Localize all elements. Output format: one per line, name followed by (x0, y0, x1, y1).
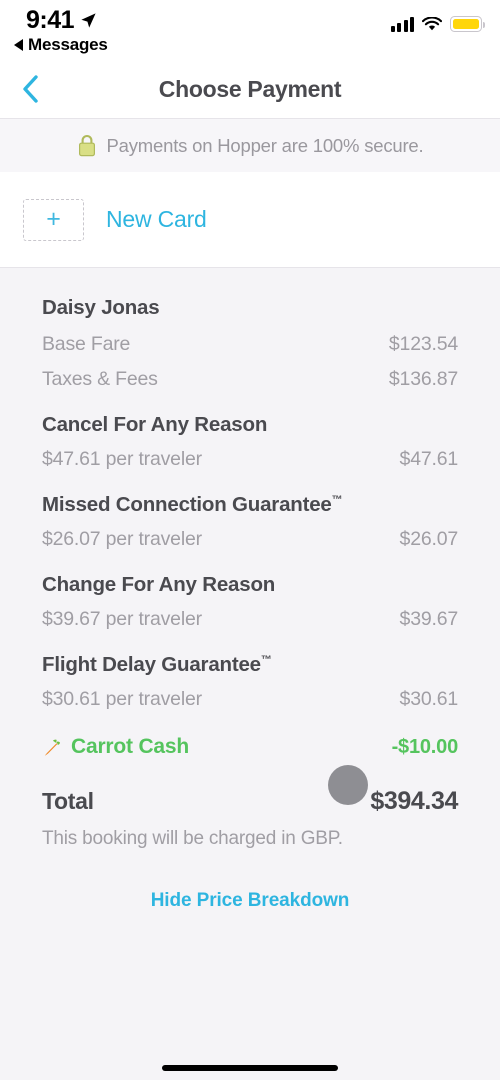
status-bar: 9:41 Messages (0, 0, 500, 60)
line-item-label: $26.07 per traveler (42, 528, 202, 550)
return-to-messages-button[interactable]: Messages (14, 35, 108, 55)
carrot-cash-value: -$10.00 (391, 735, 459, 758)
addon-title-text: Missed Connection Guarantee (42, 493, 332, 516)
traveler-name: Daisy Jonas (42, 296, 160, 319)
secure-banner-text: Payments on Hopper are 100% secure. (106, 134, 424, 156)
table-row: Base Fare $123.54 (42, 333, 458, 356)
table-row: $26.07 per traveler $26.07 (42, 528, 458, 551)
table-row: $47.61 per traveler $47.61 (42, 448, 458, 471)
addon-title-text: Cancel For Any Reason (42, 413, 268, 436)
new-card-row[interactable]: + New Card (0, 172, 500, 268)
line-item-label: $30.61 per traveler (42, 688, 202, 710)
total-value: $394.34 (370, 787, 458, 815)
return-app-label: Messages (28, 35, 108, 54)
addon-title: Change For Any Reason (42, 573, 458, 597)
total-row: Total $394.34 (42, 787, 458, 816)
status-bar-time-group: 9:41 (26, 6, 97, 35)
table-row: $39.67 per traveler $39.67 (42, 608, 458, 631)
line-item-label: $47.61 per traveler (42, 448, 202, 470)
currency-note: This booking will be charged in GBP. (42, 828, 343, 849)
navigation-bar: Choose Payment (0, 60, 500, 118)
status-bar-time: 9:41 (26, 6, 75, 34)
chevron-left-icon (23, 75, 38, 103)
table-row: $30.61 per traveler $30.61 (42, 688, 458, 711)
line-item-label: Taxes & Fees (42, 368, 158, 390)
trademark-mark: ™ (260, 654, 272, 667)
triangle-left-icon (14, 39, 23, 51)
addon-title: Flight Delay Guarantee™ (42, 653, 458, 677)
line-item-value: $26.07 (399, 528, 459, 550)
carrot-icon (44, 739, 60, 756)
line-item-label: Base Fare (42, 333, 131, 355)
plus-icon: + (23, 198, 84, 241)
lock-icon (78, 134, 95, 157)
price-breakdown-section: Daisy Jonas Base Fare $123.54 Taxes & Fe… (0, 268, 500, 912)
location-arrow-icon (81, 13, 96, 28)
secure-payment-banner: Payments on Hopper are 100% secure. (0, 118, 500, 172)
status-bar-indicators (390, 16, 486, 32)
addon-title-text: Change For Any Reason (42, 573, 276, 596)
home-indicator[interactable] (162, 1065, 338, 1071)
battery-icon (450, 16, 486, 32)
payment-screen: 9:41 Messages Choose Payment Payments on… (0, 0, 500, 1080)
line-item-value: $30.61 (399, 688, 459, 710)
carrot-cash-row: Carrot Cash -$10.00 (42, 735, 458, 759)
cellular-signal-icon (390, 16, 414, 32)
carrot-cash-left: Carrot Cash (42, 735, 189, 759)
addon-title-text: Flight Delay Guarantee (42, 653, 261, 676)
carrot-cash-label: Carrot Cash (71, 735, 189, 758)
new-card-label: New Card (106, 206, 207, 232)
page-title: Choose Payment (158, 75, 342, 102)
total-label: Total (42, 788, 94, 814)
line-item-value: $39.67 (399, 608, 459, 630)
wifi-icon (422, 16, 442, 30)
hide-price-breakdown-link[interactable]: Hide Price Breakdown (151, 890, 350, 912)
trademark-mark: ™ (331, 494, 343, 507)
line-item-value: $136.87 (388, 368, 458, 390)
table-row: Taxes & Fees $136.87 (42, 368, 458, 391)
addon-title: Missed Connection Guarantee™ (42, 493, 458, 517)
touch-cursor-indicator (328, 765, 368, 805)
addon-title: Cancel For Any Reason (42, 413, 458, 437)
line-item-value: $47.61 (399, 448, 459, 470)
line-item-label: $39.67 per traveler (42, 608, 202, 630)
back-button[interactable] (10, 69, 50, 109)
line-item-value: $123.54 (388, 333, 458, 355)
hide-price-breakdown-wrap: Hide Price Breakdown (42, 890, 458, 912)
